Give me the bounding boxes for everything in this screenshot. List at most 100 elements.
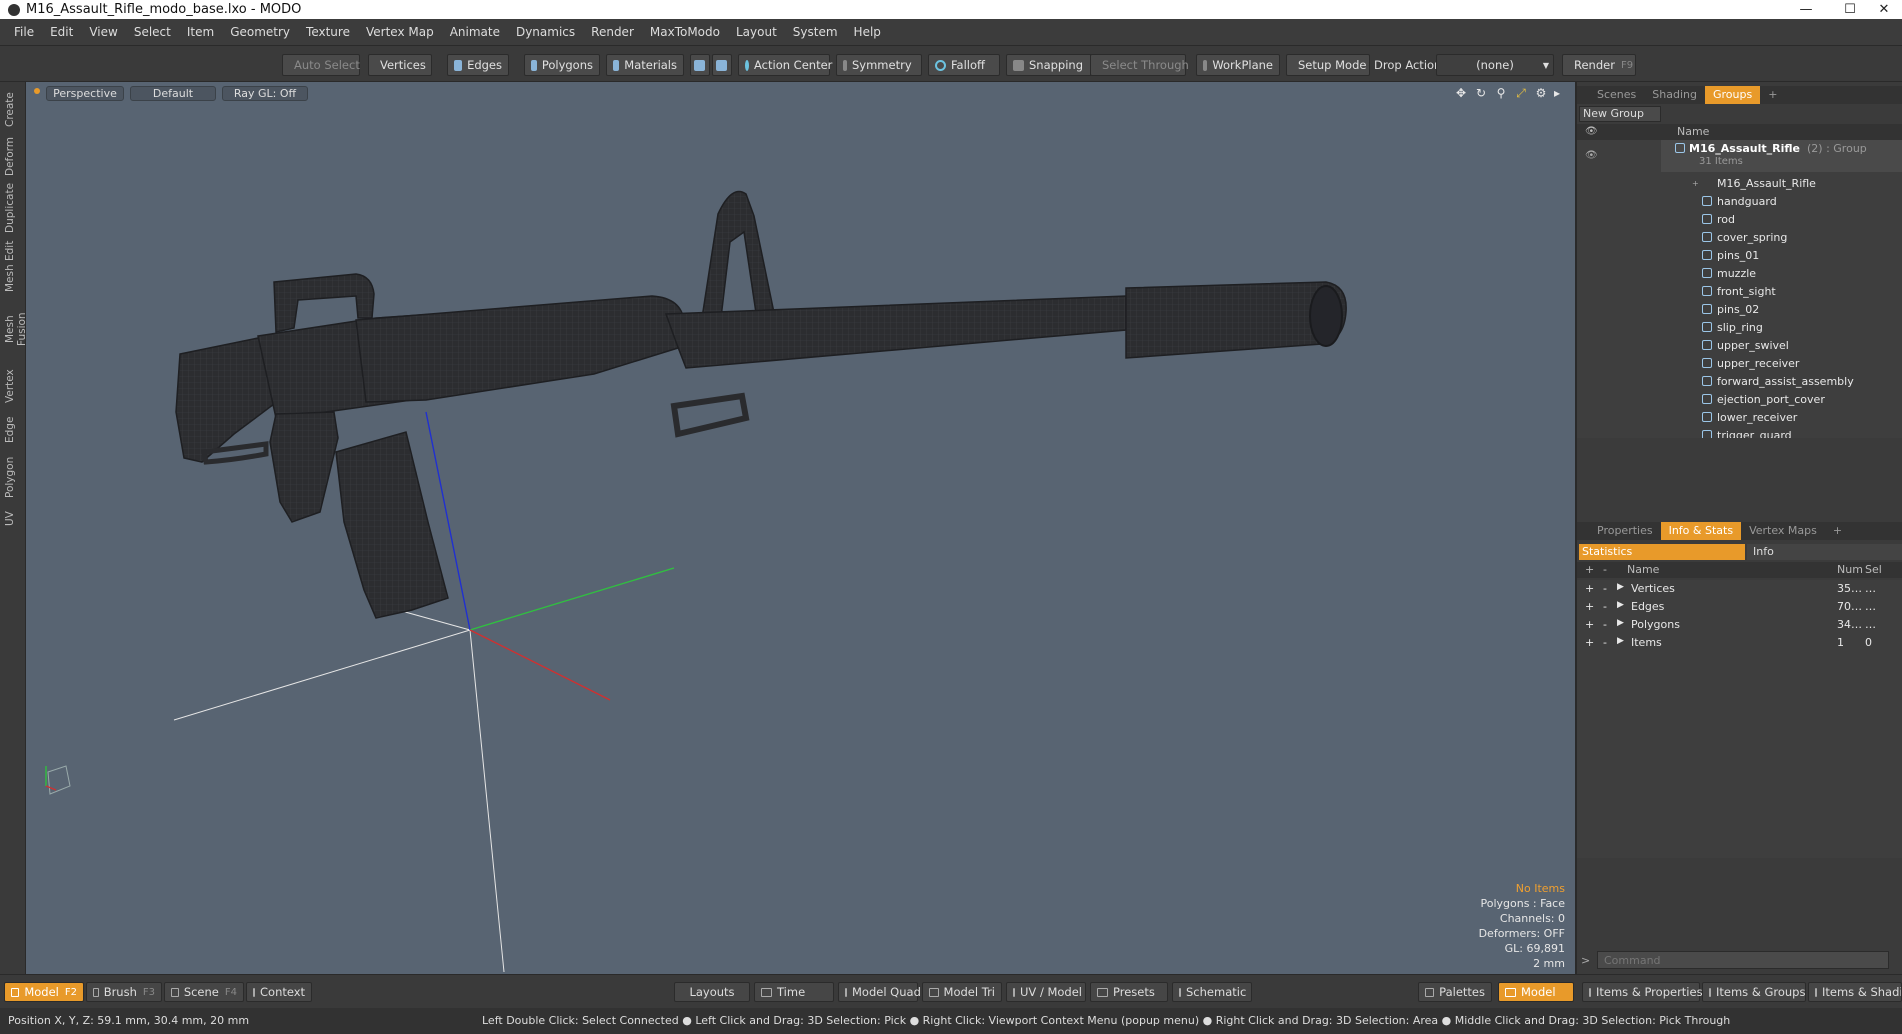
tab-mesh-fusion[interactable]: Mesh Fusion bbox=[4, 298, 28, 360]
menu-file[interactable]: File bbox=[6, 25, 42, 39]
tab-polygon[interactable]: Polygon bbox=[4, 454, 20, 500]
shield-button-2[interactable] bbox=[712, 54, 732, 76]
tab-duplicate[interactable]: Duplicate bbox=[4, 182, 20, 234]
command-input[interactable] bbox=[1597, 951, 1889, 969]
list-item[interactable]: rod bbox=[1577, 210, 1902, 228]
drop-action-select[interactable]: (none) ▼ bbox=[1436, 54, 1554, 76]
tab-create[interactable]: Create bbox=[4, 90, 20, 130]
tab-scenes[interactable]: Scenes bbox=[1589, 86, 1644, 104]
select-through-button[interactable]: Select Through bbox=[1090, 54, 1189, 76]
setup-mode-button[interactable]: Setup Mode bbox=[1286, 54, 1370, 76]
3d-viewport[interactable]: Perspective Default Ray GL: Off ✥ ↻ ⚲ ⤢ … bbox=[26, 82, 1575, 974]
edges-button[interactable]: Edges bbox=[447, 54, 509, 76]
list-item[interactable]: + M16_Assault_Rifle bbox=[1577, 174, 1902, 192]
symmetry-button[interactable]: Symmetry bbox=[836, 54, 922, 76]
group-name[interactable]: M16_Assault_Rifle bbox=[1689, 142, 1800, 155]
scene-mode-button[interactable]: Scene F4 bbox=[164, 982, 244, 1002]
tab-vertex[interactable]: Vertex bbox=[4, 366, 20, 406]
menu-maxtomodo[interactable]: MaxToModo bbox=[642, 25, 728, 39]
list-item[interactable]: front_sight bbox=[1577, 282, 1902, 300]
add-tab-button[interactable]: + bbox=[1825, 522, 1850, 540]
action-center-button[interactable]: Action Center bbox=[738, 54, 832, 76]
table-row[interactable]: + - ▶ Vertices 35…… bbox=[1577, 580, 1902, 598]
list-item[interactable]: lower_receiver bbox=[1577, 408, 1902, 426]
list-item[interactable]: trigger_guard bbox=[1577, 426, 1902, 438]
menu-geometry[interactable]: Geometry bbox=[222, 25, 298, 39]
presets-button[interactable]: Presets bbox=[1090, 982, 1168, 1002]
tab-deform[interactable]: Deform bbox=[4, 136, 20, 176]
list-item[interactable]: forward_assist_assembly bbox=[1577, 372, 1902, 390]
list-item[interactable]: muzzle bbox=[1577, 264, 1902, 282]
list-item[interactable]: upper_swivel bbox=[1577, 336, 1902, 354]
add-tab-button[interactable]: + bbox=[1760, 86, 1785, 104]
layouts-button[interactable]: Layouts bbox=[674, 982, 750, 1002]
list-item[interactable]: handguard bbox=[1577, 192, 1902, 210]
render-button[interactable]: Render F9 bbox=[1562, 54, 1636, 76]
tab-properties[interactable]: Properties bbox=[1589, 522, 1661, 540]
schematic-button[interactable]: Schematic bbox=[1172, 982, 1252, 1002]
tab-statistics[interactable]: Statistics bbox=[1579, 544, 1745, 560]
minimize-button[interactable]: — bbox=[1784, 0, 1828, 19]
palettes-icon bbox=[1425, 987, 1435, 997]
materials-button[interactable]: Materials bbox=[606, 54, 684, 76]
menu-item[interactable]: Item bbox=[179, 25, 222, 39]
workplane-button[interactable]: WorkPlane bbox=[1196, 54, 1280, 76]
menu-edit[interactable]: Edit bbox=[42, 25, 81, 39]
list-item[interactable]: ejection_port_cover bbox=[1577, 390, 1902, 408]
expand-icon[interactable]: ▶ bbox=[1617, 600, 1624, 610]
time-button[interactable]: Time bbox=[754, 982, 834, 1002]
menu-help[interactable]: Help bbox=[846, 25, 889, 39]
menu-texture[interactable]: Texture bbox=[298, 25, 358, 39]
context-mode-button[interactable]: Context bbox=[246, 982, 312, 1002]
uv-model-button[interactable]: UV / Model bbox=[1006, 982, 1086, 1002]
model-tri-button[interactable]: Model Tri bbox=[922, 982, 1002, 1002]
close-button[interactable]: ✕ bbox=[1866, 0, 1902, 19]
table-row[interactable]: + - ▶ Polygons 34…… bbox=[1577, 616, 1902, 634]
tab-shading[interactable]: Shading bbox=[1644, 86, 1705, 104]
menu-layout[interactable]: Layout bbox=[728, 25, 785, 39]
snapping-button[interactable]: Snapping bbox=[1006, 54, 1092, 76]
menu-dynamics[interactable]: Dynamics bbox=[508, 25, 583, 39]
list-item[interactable]: cover_spring bbox=[1577, 228, 1902, 246]
model-mode-button[interactable]: Model F2 bbox=[4, 982, 84, 1002]
expand-icon[interactable]: ▶ bbox=[1617, 636, 1624, 646]
menu-animate[interactable]: Animate bbox=[442, 25, 508, 39]
tab-uv[interactable]: UV bbox=[4, 506, 20, 532]
items-shading-button[interactable]: Items & Shading bbox=[1808, 982, 1902, 1002]
shield-button-1[interactable] bbox=[690, 54, 710, 76]
items-groups-button[interactable]: Items & Groups bbox=[1702, 982, 1806, 1002]
items-properties-button[interactable]: Items & Properties bbox=[1582, 982, 1703, 1002]
expand-icon[interactable]: ▶ bbox=[1617, 618, 1624, 628]
tab-mesh-edit[interactable]: Mesh Edit bbox=[4, 240, 20, 292]
tab-vertex-maps[interactable]: Vertex Maps bbox=[1741, 522, 1825, 540]
falloff-button[interactable]: Falloff bbox=[928, 54, 1000, 76]
list-item[interactable]: slip_ring bbox=[1577, 318, 1902, 336]
expand-icon[interactable]: ▶ bbox=[1617, 582, 1624, 592]
list-item[interactable]: pins_02 bbox=[1577, 300, 1902, 318]
palettes-button[interactable]: Palettes bbox=[1418, 982, 1492, 1002]
menu-render[interactable]: Render bbox=[583, 25, 642, 39]
model-layout-button[interactable]: Model bbox=[1498, 982, 1574, 1002]
model-quad-button[interactable]: Model Quad bbox=[838, 982, 921, 1002]
m16-rifle-model[interactable] bbox=[175, 190, 1347, 619]
auto-select-button[interactable]: Auto Select bbox=[282, 54, 360, 76]
tab-groups[interactable]: Groups bbox=[1704, 86, 1761, 104]
tab-edge[interactable]: Edge bbox=[4, 412, 20, 448]
polygons-button[interactable]: Polygons bbox=[524, 54, 600, 76]
menu-select[interactable]: Select bbox=[126, 25, 179, 39]
tab-info-stats[interactable]: Info & Stats bbox=[1660, 522, 1742, 540]
brush-mode-button[interactable]: Brush F3 bbox=[86, 982, 162, 1002]
table-row[interactable]: + - ▶ Items 1 0 bbox=[1577, 634, 1902, 652]
tab-info[interactable]: Info bbox=[1747, 544, 1902, 560]
menu-system[interactable]: System bbox=[785, 25, 846, 39]
eye-icon[interactable]: 👁 bbox=[1585, 150, 1598, 161]
table-row[interactable]: + - ▶ Edges 70…… bbox=[1577, 598, 1902, 616]
vertices-button[interactable]: Vertices bbox=[368, 54, 432, 76]
list-item[interactable]: upper_receiver bbox=[1577, 354, 1902, 372]
list-item[interactable]: pins_01 bbox=[1577, 246, 1902, 264]
menu-vertex-map[interactable]: Vertex Map bbox=[358, 25, 442, 39]
new-group-button[interactable]: New Group bbox=[1579, 106, 1661, 122]
panel-menu-icon[interactable] bbox=[1577, 522, 1589, 540]
menu-view[interactable]: View bbox=[81, 25, 125, 39]
panel-menu-icon[interactable] bbox=[1577, 86, 1589, 104]
